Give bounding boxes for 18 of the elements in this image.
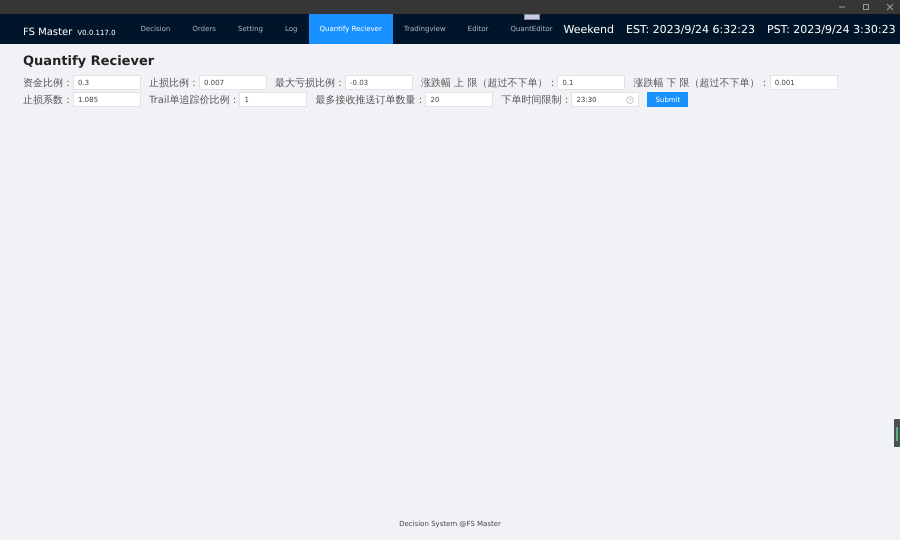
close-icon[interactable]: [886, 3, 894, 11]
clock-icon: [626, 96, 634, 104]
page-title: Quantify Reciever: [23, 54, 156, 69]
side-handle-icon[interactable]: [894, 419, 900, 447]
field-label: 止损系数：: [23, 94, 73, 106]
status-text: PST: 2023/9/24 3:30:23: [766, 22, 896, 36]
status-text: EST: 2023/9/24 6:32:23: [626, 22, 755, 36]
field-label: 涨跌幅 上 限（超过不下单）：: [421, 76, 558, 90]
maximize-icon[interactable]: [862, 3, 870, 11]
field-label: 最多接收推送订单数量：: [315, 94, 426, 106]
field-label: 下单时间限制：: [501, 94, 572, 106]
app-name: FS Master: [23, 26, 72, 38]
field-label: 最大亏损比例：: [275, 76, 345, 90]
field-label: Trail单追踪价比例：: [149, 94, 240, 106]
field-label: 资金比例：: [23, 76, 73, 90]
status-text: Weekend: [564, 22, 614, 36]
field-label: 止损比例：: [149, 76, 199, 90]
field-label: 涨跌幅 下 限（超过不下单）：: [633, 76, 770, 90]
